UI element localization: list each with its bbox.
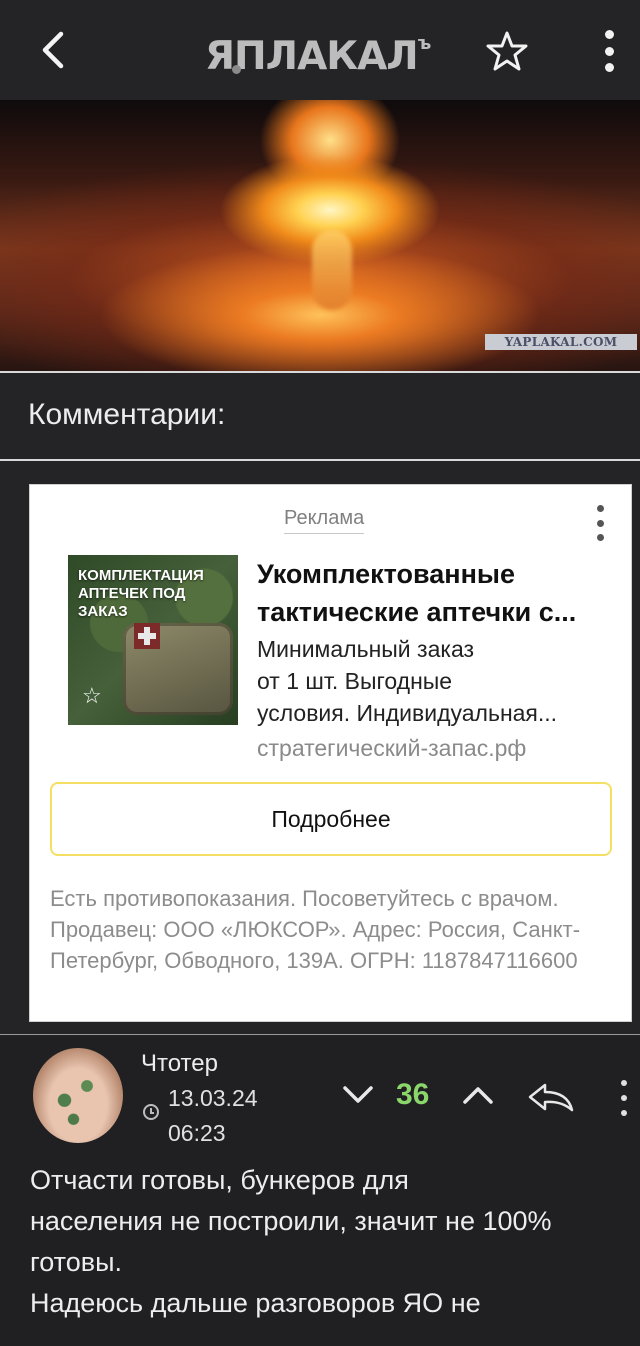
comment-date: 13.03.24 bbox=[168, 1085, 258, 1111]
ad-label: Реклама bbox=[284, 507, 365, 534]
comment-time: 06:23 bbox=[168, 1120, 226, 1146]
comment-line: Отчасти готовы, бункеров для bbox=[30, 1165, 409, 1195]
top-bar: ЯПЛАКАЛъ bbox=[0, 0, 640, 100]
logo-suffix: ъ bbox=[417, 33, 431, 54]
back-button[interactable] bbox=[32, 26, 72, 74]
menu-dot bbox=[604, 46, 614, 56]
ad-title-line: тактические аптечки с... bbox=[257, 597, 577, 627]
ad-title-line: Укомплектованные bbox=[257, 559, 515, 589]
comment-score: 36 bbox=[396, 1078, 430, 1111]
ad-image[interactable]: КОМПЛЕКТАЦИЯ АПТЕЧЕК ПОД ЗАКАЗ ☆ bbox=[68, 555, 238, 725]
vote-up-button[interactable] bbox=[460, 1080, 496, 1110]
ad-title[interactable]: Укомплектованные тактические аптечки с..… bbox=[257, 555, 617, 631]
comments-title: Комментарии: bbox=[28, 398, 226, 431]
menu-dot bbox=[596, 519, 604, 527]
watermark: YAPLAKAL.COM bbox=[485, 334, 637, 350]
ad-image-text: КОМПЛЕКТАЦИЯ АПТЕЧЕК ПОД ЗАКАЗ bbox=[78, 567, 204, 620]
menu-dot bbox=[596, 534, 604, 541]
comment-line: готовы. bbox=[30, 1247, 123, 1277]
vote-down-button[interactable] bbox=[340, 1080, 376, 1110]
comment-line: Надеюсь дальше разговоров ЯО не bbox=[30, 1288, 481, 1318]
ad-more-button[interactable]: Подробнее bbox=[50, 782, 612, 856]
ad-card[interactable]: Реклама КОМПЛЕКТАЦИЯ АПТЕЧЕК ПОД ЗАКАЗ ☆… bbox=[29, 484, 632, 1022]
star-emblem-icon: ☆ bbox=[82, 683, 102, 708]
menu-dot bbox=[621, 1110, 627, 1116]
reply-button[interactable] bbox=[526, 1080, 576, 1114]
comment-text: Отчасти готовы, бункеров для населения н… bbox=[30, 1160, 630, 1324]
clock-icon bbox=[143, 1104, 159, 1120]
chevron-down-icon bbox=[343, 1086, 373, 1103]
ad-disclaimer: Есть противопоказания. Посоветуйтесь с в… bbox=[50, 886, 581, 973]
comment-author[interactable]: Чтотер bbox=[141, 1050, 218, 1078]
divider bbox=[0, 371, 640, 373]
menu-dot bbox=[621, 1095, 627, 1101]
menu-dot bbox=[604, 30, 614, 39]
star-outline-icon bbox=[486, 31, 528, 71]
explosion-stem bbox=[312, 230, 352, 310]
reply-arrow-icon bbox=[528, 1083, 574, 1112]
menu-dot bbox=[604, 63, 614, 72]
ad-domain[interactable]: стратегический-запас.рф bbox=[257, 735, 526, 762]
ad-desc-line: от 1 шт. Выгодные bbox=[257, 668, 453, 694]
kebab-menu-icon[interactable] bbox=[594, 28, 624, 74]
medical-cross-icon bbox=[134, 623, 160, 649]
post-image[interactable]: YAPLAKAL.COM bbox=[0, 100, 640, 372]
ad-more-icon[interactable] bbox=[590, 503, 610, 543]
logo-dot bbox=[232, 65, 241, 74]
ad-description: Минимальный заказ от 1 шт. Выгодные усло… bbox=[257, 633, 617, 729]
favorite-button[interactable] bbox=[484, 28, 530, 74]
avatar[interactable] bbox=[33, 1048, 123, 1143]
chevron-up-icon bbox=[463, 1087, 493, 1104]
site-logo[interactable]: ЯПЛАКАЛъ bbox=[205, 28, 455, 79]
comment-line: населения не построили, значит не 100% bbox=[30, 1206, 552, 1236]
menu-dot bbox=[621, 1080, 627, 1086]
ad-desc-line: Минимальный заказ bbox=[257, 636, 475, 662]
divider bbox=[0, 459, 640, 461]
ad-desc-line: условия. Индивидуальная... bbox=[257, 700, 558, 726]
chevron-left-icon bbox=[42, 31, 64, 69]
comment-more-icon[interactable] bbox=[616, 1080, 632, 1116]
menu-dot bbox=[596, 505, 604, 512]
